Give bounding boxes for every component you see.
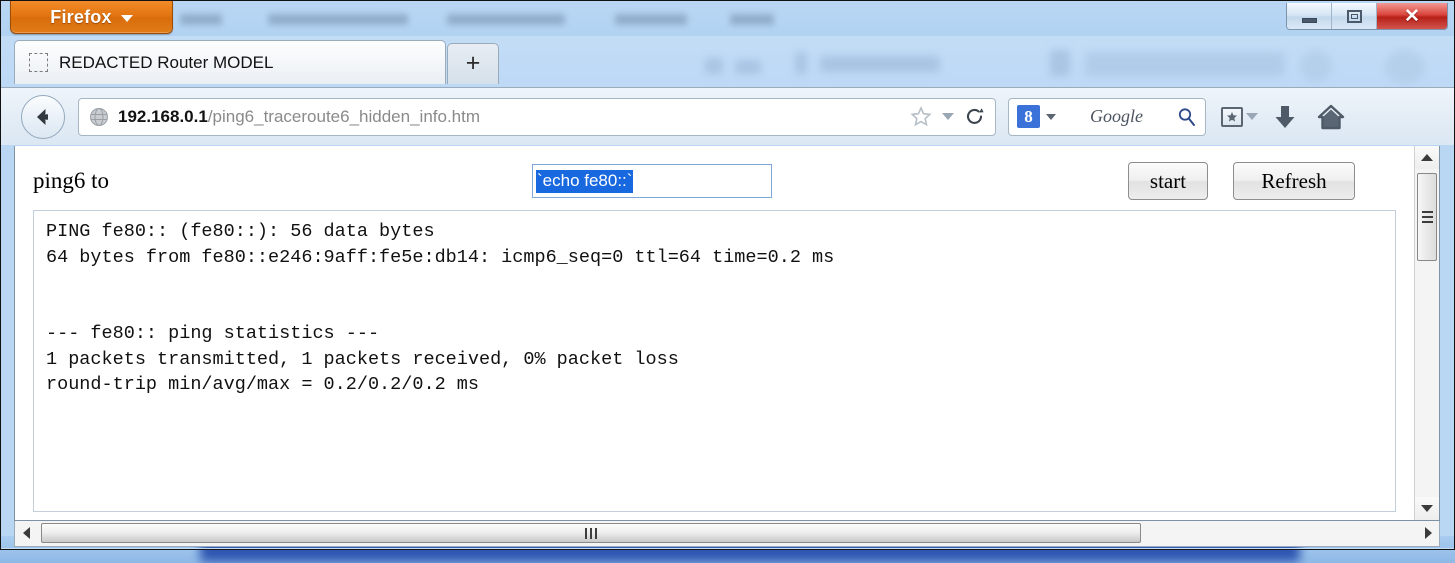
grip-icon <box>1421 211 1433 223</box>
navigation-toolbar: 192.168.0.1/ping6_traceroute6_hidden_inf… <box>1 87 1454 145</box>
firefox-menu-button[interactable]: Firefox <box>10 1 173 34</box>
screenshot-root: Firefox ✕ REDACTED Router MODEL + 192.16… <box>0 0 1455 563</box>
arrow-right-icon <box>1424 527 1432 539</box>
reload-icon[interactable] <box>964 106 985 127</box>
arrow-up-icon <box>1421 154 1433 161</box>
page-content: ping6 to `echo fe80::` start Refresh PIN… <box>14 146 1440 521</box>
close-icon: ✕ <box>1404 5 1420 27</box>
tab-strip: REDACTED Router MODEL + <box>1 36 1454 86</box>
address-bar[interactable]: 192.168.0.1/ping6_traceroute6_hidden_inf… <box>78 97 996 136</box>
new-tab-button[interactable]: + <box>447 43 499 84</box>
start-button[interactable]: start <box>1128 162 1208 200</box>
vertical-scroll-thumb[interactable] <box>1417 173 1437 261</box>
window-controls: ✕ <box>1286 3 1448 30</box>
globe-icon <box>90 108 108 126</box>
ping-label: ping6 to <box>33 168 110 193</box>
scroll-down-button[interactable] <box>1415 497 1439 520</box>
horizontal-scroll-thumb[interactable] <box>41 523 1141 543</box>
grip-icon <box>585 527 597 539</box>
star-icon[interactable] <box>910 106 932 127</box>
toolbar-actions <box>1216 95 1354 139</box>
ping-control-row: ping6 to `echo fe80::` start Refresh <box>15 146 1414 208</box>
chevron-down-icon <box>1245 113 1258 120</box>
home-icon <box>1317 104 1345 129</box>
home-button[interactable] <box>1308 95 1354 139</box>
plus-icon: + <box>465 48 481 77</box>
firefox-menu-label: Firefox <box>50 6 112 27</box>
window-bottom-edge <box>1 548 1454 550</box>
url-path: /ping6_traceroute6_hidden_info.htm <box>207 106 481 126</box>
maximize-button[interactable] <box>1332 3 1377 29</box>
ping-output-box[interactable]: PING fe80:: (fe80::): 56 data bytes 64 b… <box>33 210 1396 512</box>
chevron-down-icon[interactable] <box>942 113 954 120</box>
url-display: 192.168.0.1/ping6_traceroute6_hidden_inf… <box>118 107 904 127</box>
bookmarks-menu-button[interactable] <box>1216 95 1262 139</box>
magnifier-icon[interactable] <box>1177 107 1197 127</box>
google-logo-icon: 8 <box>1017 105 1040 128</box>
refresh-button[interactable]: Refresh <box>1233 162 1355 200</box>
tab-title: REDACTED Router MODEL <box>59 52 274 72</box>
scroll-left-button[interactable] <box>15 521 37 545</box>
back-button[interactable] <box>21 94 65 139</box>
ping-target-input[interactable]: `echo fe80::` <box>532 164 772 198</box>
firefox-window: Firefox ✕ REDACTED Router MODEL + 192.16… <box>0 0 1455 550</box>
minimize-button[interactable] <box>1287 3 1332 29</box>
favicon-placeholder-icon <box>29 53 48 72</box>
downloads-button[interactable] <box>1262 95 1308 139</box>
chevron-down-icon <box>120 14 133 22</box>
ping-output-text: PING fe80:: (fe80::): 56 data bytes 64 b… <box>46 221 835 395</box>
minimize-icon <box>1301 17 1317 23</box>
horizontal-scrollbar[interactable] <box>14 521 1440 547</box>
arrow-down-icon <box>1421 505 1433 512</box>
download-arrow-icon <box>1275 105 1295 128</box>
scroll-up-button[interactable] <box>1415 146 1439 169</box>
search-engine-label: Google <box>1090 106 1143 126</box>
scroll-right-button[interactable] <box>1417 521 1439 545</box>
back-arrow-icon <box>37 108 48 125</box>
close-button[interactable]: ✕ <box>1377 3 1447 29</box>
vertical-scrollbar[interactable] <box>1414 146 1439 520</box>
address-bar-icons <box>910 106 985 127</box>
search-bar[interactable]: 8 Google <box>1008 97 1206 136</box>
title-bar: Firefox ✕ <box>1 1 1454 36</box>
page-content-inner: ping6 to `echo fe80::` start Refresh PIN… <box>15 146 1414 520</box>
chevron-down-icon[interactable] <box>1046 113 1056 120</box>
arrow-left-icon <box>22 527 30 539</box>
ping-input-value: `echo fe80::` <box>536 169 634 193</box>
maximize-icon <box>1346 9 1362 23</box>
browser-tab[interactable]: REDACTED Router MODEL <box>14 40 446 84</box>
bookmarks-icon <box>1220 106 1243 127</box>
url-host: 192.168.0.1 <box>118 106 208 126</box>
